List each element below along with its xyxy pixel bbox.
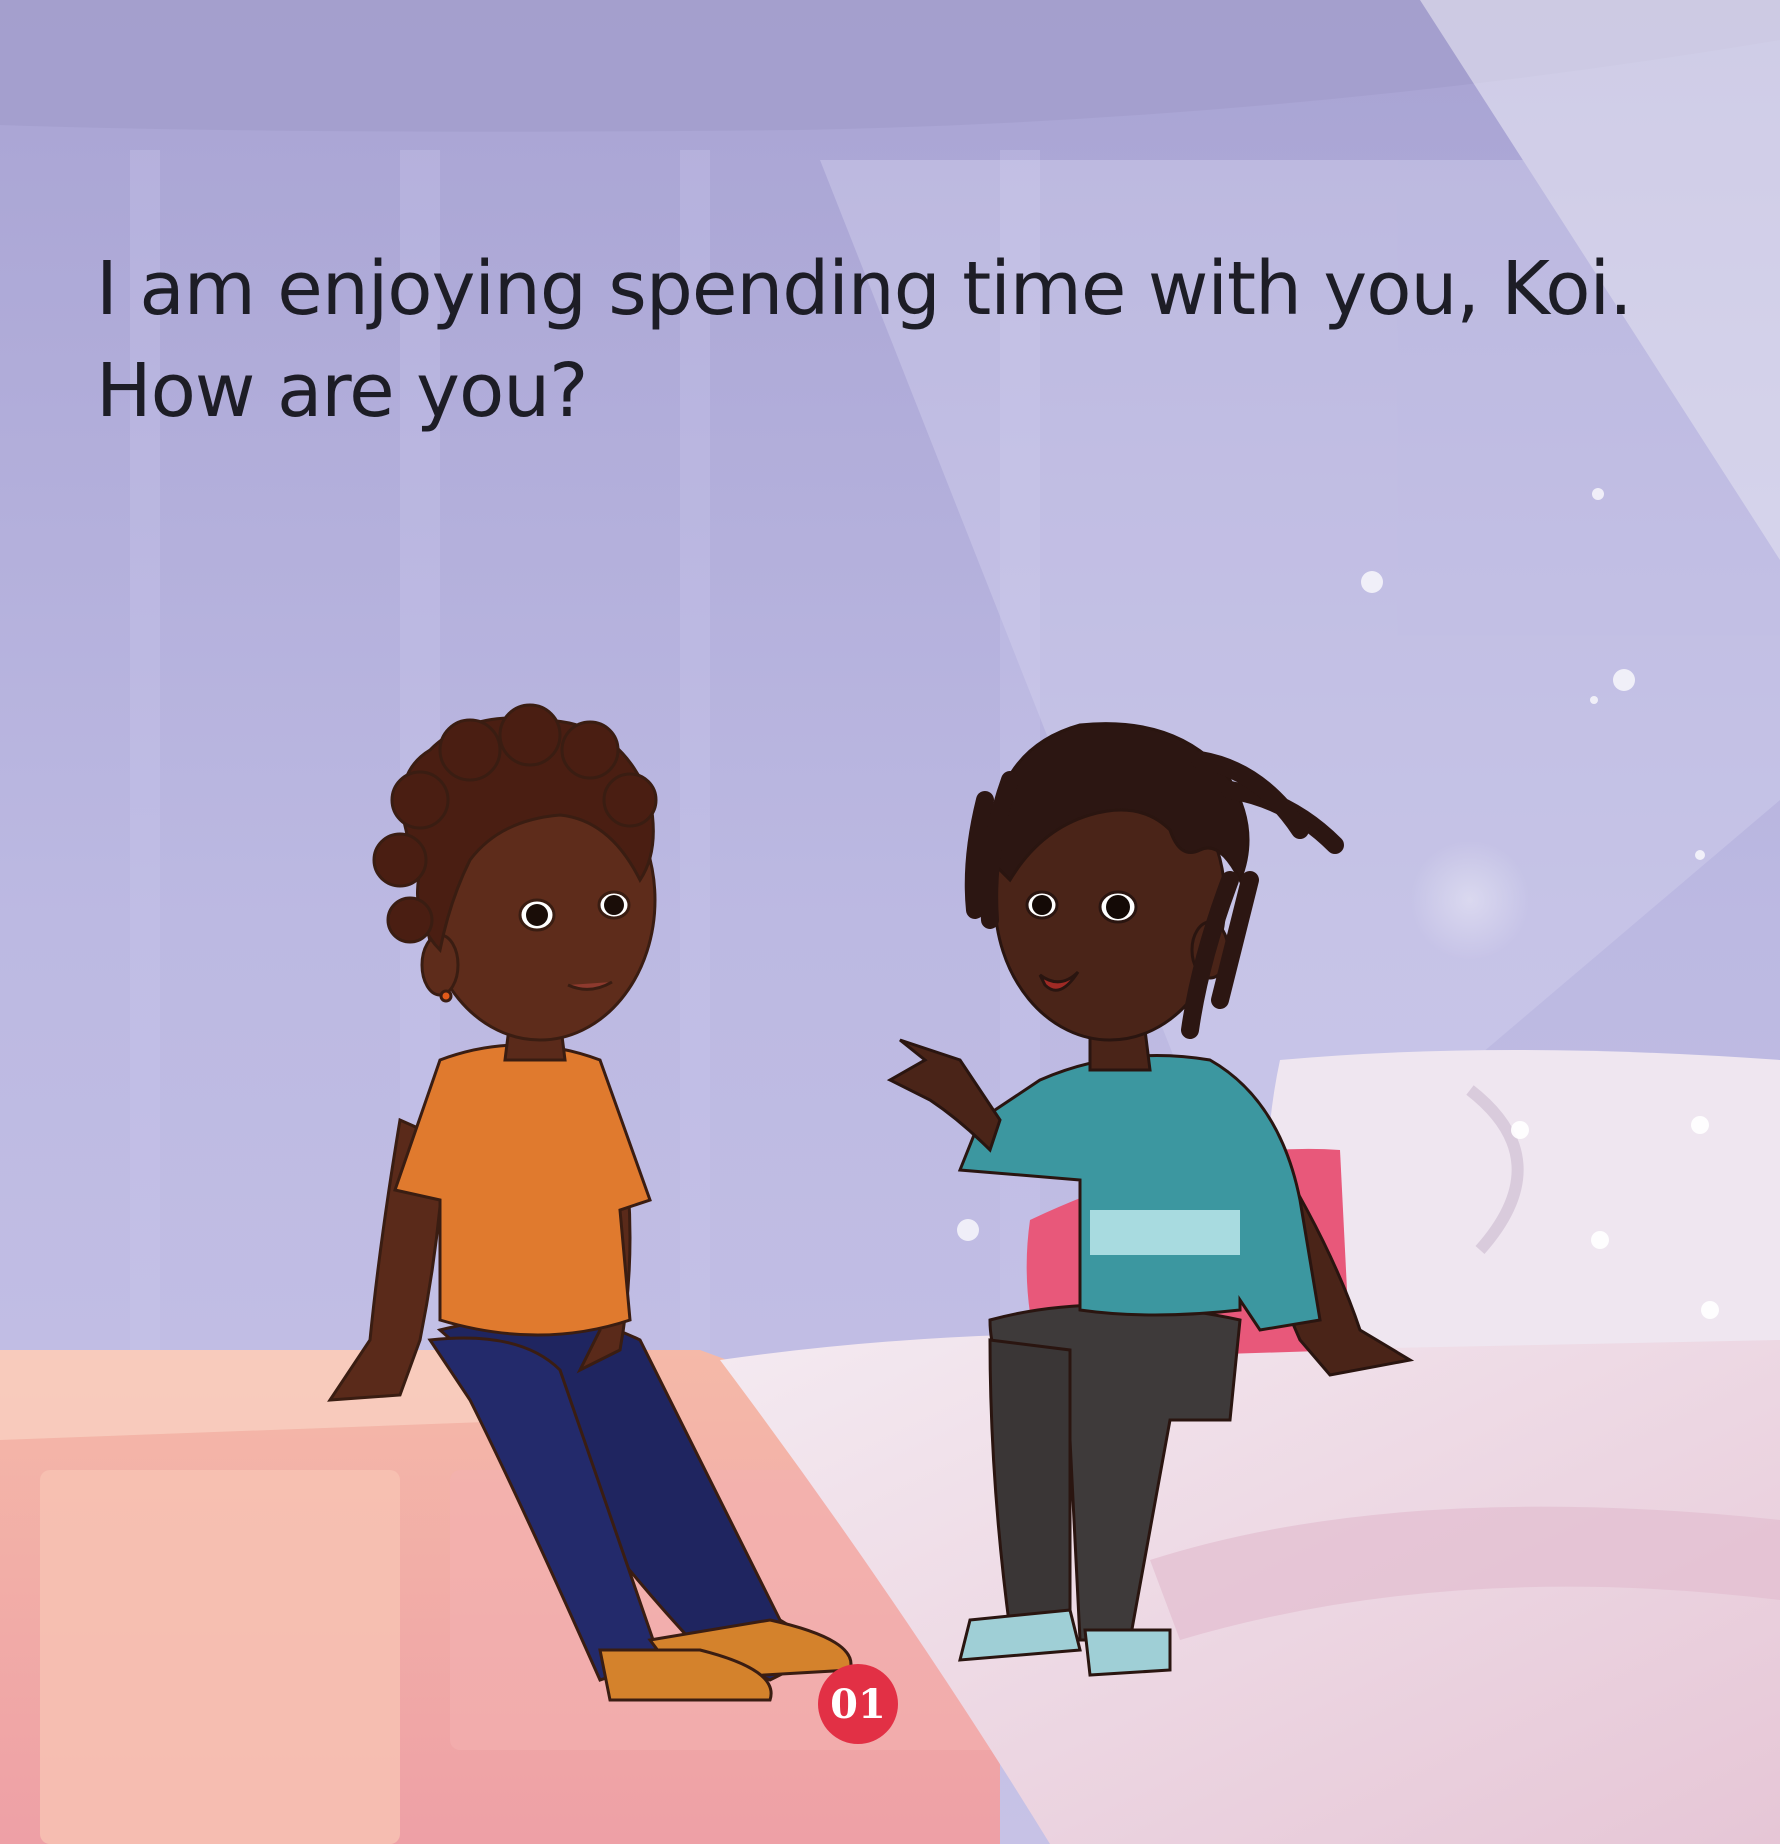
- story-text: I am enjoying spending time with you, Ko…: [96, 238, 1633, 442]
- story-line-1: I am enjoying spending time with you, Ko…: [96, 246, 1633, 332]
- bed-panel: [40, 1470, 400, 1844]
- story-line-2: How are you?: [96, 348, 588, 434]
- page-number-badge: 01: [818, 1664, 898, 1744]
- storybook-page: I am enjoying spending time with you, Ko…: [0, 0, 1780, 1844]
- page-number: 01: [830, 1680, 886, 1728]
